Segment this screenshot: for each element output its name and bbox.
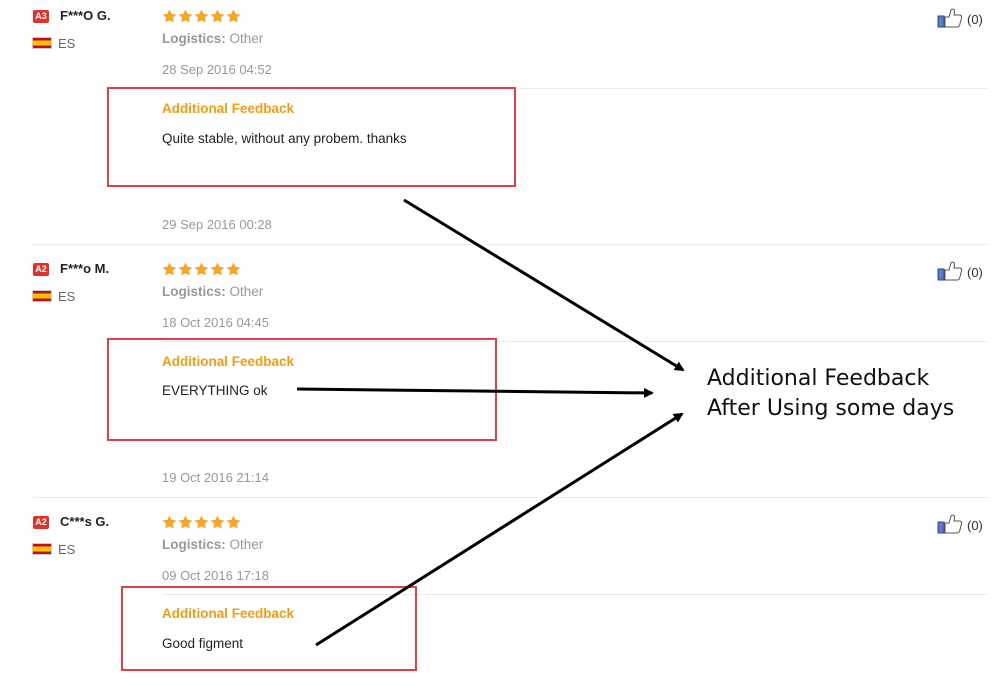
annotation-line-1: Additional Feedback (707, 366, 930, 391)
annotation-arrows (296, 198, 685, 647)
annotation-note: Additional Feedback After Using some day… (707, 364, 954, 424)
arrow-1 (403, 198, 685, 372)
annotation-line-2: After Using some days (707, 396, 955, 421)
arrow-3 (315, 412, 684, 647)
arrow-2 (296, 387, 654, 398)
